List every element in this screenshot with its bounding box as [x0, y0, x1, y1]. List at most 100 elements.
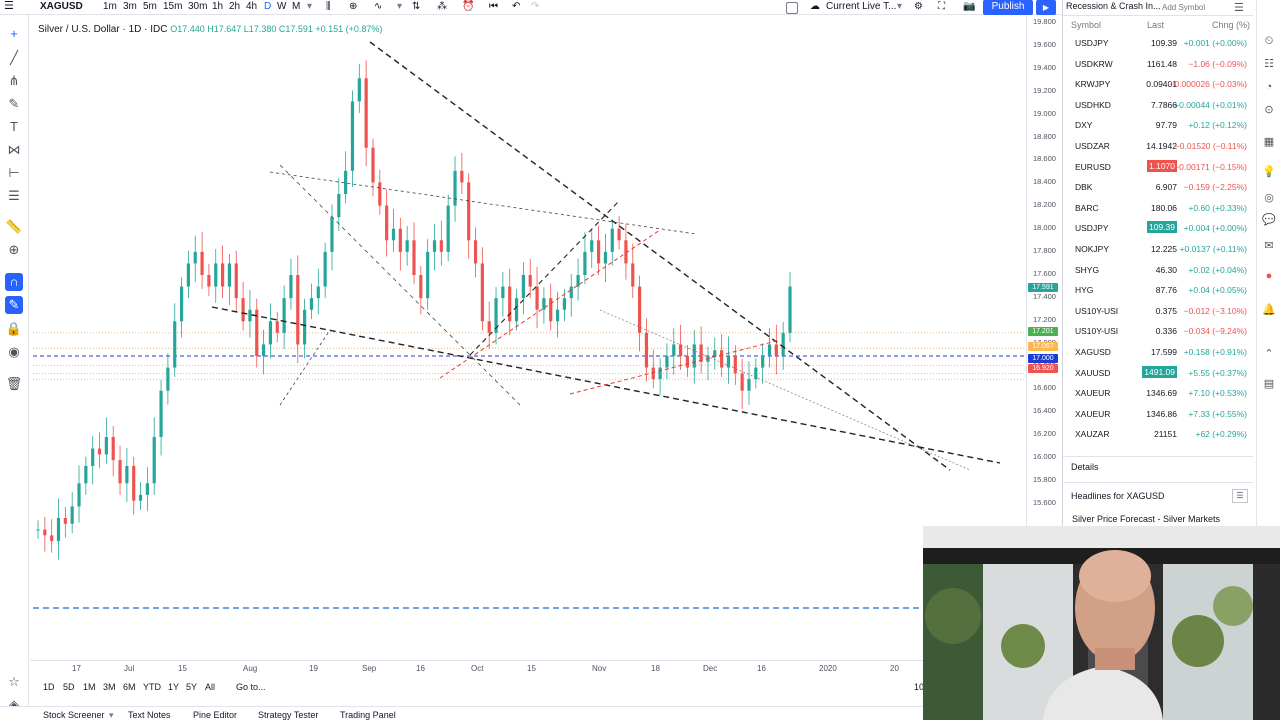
tab-text-notes[interactable]: Text Notes	[128, 710, 171, 720]
range-ytd[interactable]: YTD	[143, 682, 161, 692]
ideas-icon[interactable]: 💡	[1261, 164, 1277, 180]
interval-1m[interactable]: 1m	[103, 0, 117, 14]
pitchfork-icon[interactable]: ⋔	[5, 72, 23, 90]
column-change[interactable]: Chng (%)	[1212, 20, 1250, 30]
crosshair-icon[interactable]: +	[5, 25, 23, 43]
time-axis[interactable]: 17 Jul 15 Aug 19 Sep 16 Oct 15 Nov 18 Dec 16 2020 20	[30, 660, 1026, 677]
compare-add-icon[interactable]: ⊕	[349, 0, 357, 14]
undo-icon[interactable]: ↶	[512, 0, 520, 14]
interval-3m[interactable]: 3m	[123, 0, 137, 14]
range-1d[interactable]: 1D	[43, 682, 55, 692]
watchlist-row[interactable]: NOKJPY 12.225 +0.0137 (+0.11%)	[1063, 239, 1253, 259]
watchlist-row[interactable]: DBK 6.907 −0.159 (−2.25%)	[1063, 177, 1253, 197]
tab-stock-screener[interactable]: Stock Screener	[43, 710, 105, 720]
watchlist-row[interactable]: XAUEUR 1346.86 +7.33 (+0.55%)	[1063, 404, 1253, 424]
bell-icon[interactable]: 🔔	[1261, 302, 1277, 318]
tab-trading-panel[interactable]: Trading Panel	[340, 710, 396, 720]
watchlist-title[interactable]: Recession & Crash In...	[1066, 1, 1161, 11]
order-panel-icon[interactable]: ▤	[1261, 376, 1277, 392]
checkbox-icon[interactable]	[786, 2, 798, 14]
indicators-dropdown-icon[interactable]: ▾	[397, 0, 402, 14]
interval-5m[interactable]: 5m	[143, 0, 157, 14]
price-chart[interactable]	[30, 15, 1026, 660]
chat-icon[interactable]: 💬	[1261, 212, 1277, 228]
watchlist-row[interactable]: DXY 97.79 +0.12 (+0.12%)	[1063, 115, 1253, 135]
pattern-icon[interactable]: ⋈	[5, 141, 23, 159]
magnet-icon[interactable]: ∩	[5, 273, 23, 291]
watchlist-menu-icon[interactable]: ☰	[1234, 1, 1244, 14]
headlines-list-icon[interactable]: ☰	[1232, 489, 1248, 503]
interval-1h[interactable]: 1h	[212, 0, 223, 14]
interval-d[interactable]: D	[264, 0, 271, 14]
redo-icon[interactable]: ↷	[531, 0, 539, 14]
layout-dropdown-icon[interactable]: ▾	[897, 0, 902, 14]
column-symbol[interactable]: Symbol	[1071, 20, 1101, 30]
alert-icon[interactable]: ⏰	[462, 0, 474, 14]
stock-screener-dropdown-icon[interactable]: ▾	[109, 710, 114, 721]
watchlist-icon[interactable]: ☷	[1261, 56, 1277, 72]
watchlist-row[interactable]: XAUEUR 1346.69 +7.10 (+0.53%)	[1063, 383, 1253, 403]
range-3m[interactable]: 3M	[103, 682, 116, 692]
stay-in-drawing-icon[interactable]: ✎	[5, 296, 23, 314]
headline-item[interactable]: Silver Price Forecast - Silver Markets	[1072, 514, 1220, 524]
trendline-icon[interactable]: ╱	[5, 49, 23, 67]
financials-icon[interactable]: ⇅	[412, 0, 420, 14]
interval-w[interactable]: W	[277, 0, 286, 14]
watchlist-row[interactable]: USDZAR 14.1942 −0.01520 (−0.11%)	[1063, 136, 1253, 156]
streams-icon[interactable]: ◎	[1261, 190, 1277, 206]
layout-name[interactable]: Current Live T...	[826, 0, 896, 14]
interval-15m[interactable]: 15m	[163, 0, 182, 14]
watchlist-row[interactable]: KRWJPY 0.09401 −0.000026 (−0.03%)	[1063, 74, 1253, 94]
menu-icon[interactable]: ☰	[4, 0, 14, 14]
interval-30m[interactable]: 30m	[188, 0, 207, 14]
interval-m[interactable]: M	[292, 0, 300, 14]
snapshot-icon[interactable]: 📷	[963, 0, 975, 14]
notifications-badge-icon[interactable]: ●	[1261, 268, 1277, 284]
watchlist-row[interactable]: XAUUSD 1491.09 +5.55 (+0.37%)	[1063, 363, 1253, 383]
watchlist-row[interactable]: US10Y-USI 0.336 −0.034 (−9.24%)	[1063, 321, 1253, 341]
indicators-icon[interactable]: ∿	[374, 0, 382, 14]
text-icon[interactable]: T	[5, 118, 23, 136]
watchlist-row[interactable]: HYG 87.76 +0.04 (+0.05%)	[1063, 280, 1253, 300]
watchlist-row[interactable]: XAGUSD 17.599 +0.158 (+0.91%)	[1063, 342, 1253, 362]
symbol-search[interactable]: XAGUSD	[40, 0, 83, 14]
messages-icon[interactable]: ✉	[1261, 238, 1277, 254]
star-icon[interactable]: ☆	[5, 673, 23, 691]
fullscreen-icon[interactable]: ⛶	[938, 0, 945, 14]
watchlist-row[interactable]: USDKRW 1161.48 −1.06 (−0.09%)	[1063, 54, 1253, 74]
templates-icon[interactable]: ⁂	[437, 0, 447, 14]
watchlist-row[interactable]: USDJPY 109.39 +0.001 (+0.00%)	[1063, 33, 1253, 53]
watchlist-row[interactable]: EURUSD 1.1070 −0.00171 (−0.15%)	[1063, 157, 1253, 177]
interval-2h[interactable]: 2h	[229, 0, 240, 14]
watchlist-row[interactable]: XAUZAR 21151 +62 (+0.29%)	[1063, 424, 1253, 444]
watchlist-row[interactable]: USDHKD 7.7866 +0.00044 (+0.01%)	[1063, 95, 1253, 115]
tab-pine-editor[interactable]: Pine Editor	[193, 710, 237, 720]
lines-icon[interactable]: ☰	[5, 187, 23, 205]
tab-strategy-tester[interactable]: Strategy Tester	[258, 710, 318, 720]
goto-date-button[interactable]: Go to...	[236, 682, 266, 692]
details-section[interactable]: Details	[1071, 462, 1099, 472]
candles-icon[interactable]: ⫼	[326, 0, 331, 14]
replay-icon[interactable]: ⏮	[489, 0, 498, 14]
watchlist-row[interactable]: US10Y-USI 0.375 −0.012 (−3.10%)	[1063, 301, 1253, 321]
data-window-icon[interactable]: ◔	[1261, 79, 1277, 95]
clock-icon[interactable]: ⏲	[1261, 33, 1277, 49]
range-1m[interactable]: 1M	[83, 682, 96, 692]
forecast-icon[interactable]: ⊢	[5, 164, 23, 182]
signal-icon[interactable]: ⌃	[1261, 346, 1277, 362]
range-all[interactable]: All	[205, 682, 215, 692]
watchlist-row[interactable]: USDJPY 109.39 +0.004 (+0.00%)	[1063, 218, 1253, 238]
ruler-icon[interactable]: 📏	[5, 218, 23, 236]
interval-dropdown-icon[interactable]: ▾	[307, 0, 312, 14]
play-icon[interactable]: ▶	[1036, 0, 1056, 15]
eye-icon[interactable]: ◉	[5, 343, 23, 361]
range-5y[interactable]: 5Y	[186, 682, 197, 692]
publish-button[interactable]: Publish	[983, 0, 1033, 15]
brush-icon[interactable]: ✎	[5, 95, 23, 113]
range-6m[interactable]: 6M	[123, 682, 136, 692]
range-5d[interactable]: 5D	[63, 682, 75, 692]
add-symbol-button[interactable]: Add Symbol	[1162, 3, 1205, 12]
settings-icon[interactable]: ⚙	[914, 0, 923, 14]
range-1y[interactable]: 1Y	[168, 682, 179, 692]
interval-4h[interactable]: 4h	[246, 0, 257, 14]
